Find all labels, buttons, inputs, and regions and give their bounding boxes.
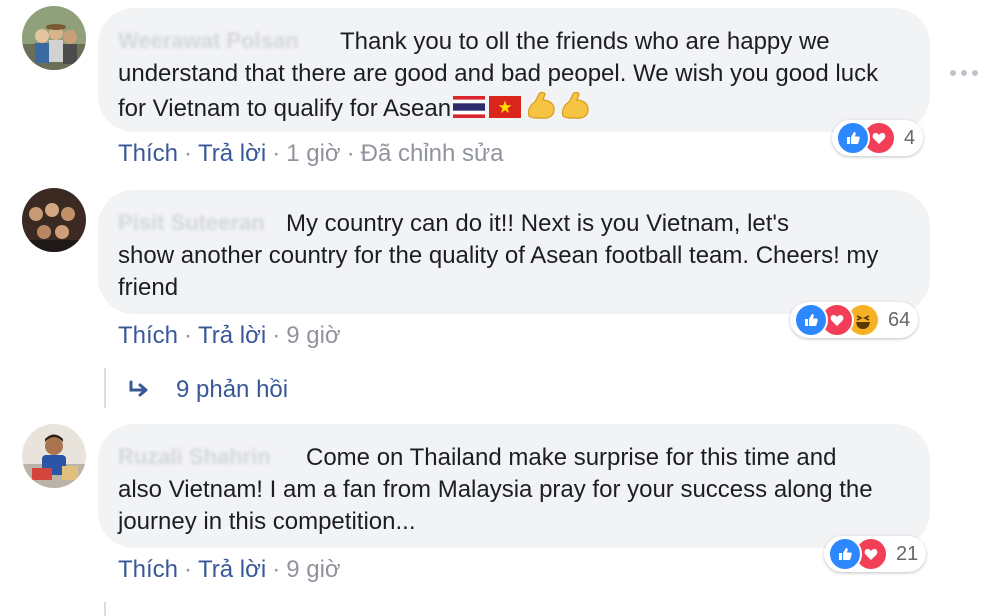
thread-line (104, 368, 106, 408)
more-options-icon[interactable] (950, 70, 978, 76)
like-link[interactable]: Thích (118, 140, 178, 167)
comment-text-lead: Come on Thailand make surprise for this … (306, 444, 837, 471)
reaction-summary[interactable]: 21 (824, 536, 927, 572)
reaction-summary[interactable]: 4 (832, 120, 924, 156)
comment-text: My country can do it!! Next is you Vietn… (118, 208, 902, 304)
comment-timestamp[interactable]: 9 giờ (286, 556, 340, 583)
separator-dot: · (184, 140, 193, 167)
like-icon (836, 121, 870, 155)
flexed-biceps-icon (559, 90, 591, 129)
flexed-biceps-icon (525, 90, 557, 129)
reaction-count: 21 (896, 542, 919, 565)
vietnam-flag-icon (489, 95, 522, 127)
thread-line (104, 602, 106, 616)
separator-dot: · (346, 140, 355, 167)
comment-bubble: Ruzali Shahrin Come on Thailand make sur… (98, 424, 930, 548)
comment-bubble: Weerawat Polsan Thank you to oll the fri… (98, 8, 930, 132)
separator-dot: · (272, 322, 281, 349)
comment-actions: Thích · Trả lời · 9 giờ (118, 556, 341, 584)
comment-timestamp[interactable]: 9 giờ (286, 322, 340, 349)
like-icon (794, 303, 828, 337)
thailand-flag-icon (453, 95, 486, 127)
reply-link[interactable]: Trả lời (198, 140, 266, 167)
avatar[interactable] (22, 424, 86, 488)
like-icon (828, 537, 862, 571)
comment-text: Thank you to oll the friends who are hap… (118, 26, 902, 129)
reaction-count: 4 (904, 126, 916, 149)
like-link[interactable]: Thích (118, 556, 178, 583)
comment-text-lead: My country can do it!! Next is you Vietn… (286, 210, 790, 237)
comment-timestamp[interactable]: 1 giờ (286, 140, 340, 167)
edited-label[interactable]: Đã chỉnh sửa (361, 140, 504, 167)
like-link[interactable]: Thích (118, 322, 178, 349)
comment-text: Come on Thailand make surprise for this … (118, 442, 902, 538)
view-replies-link[interactable]: 9 phản hồi (128, 376, 288, 404)
avatar[interactable] (22, 188, 86, 252)
reaction-count: 64 (888, 308, 911, 331)
separator-dot: · (272, 140, 281, 167)
separator-dot: · (184, 556, 193, 583)
avatar[interactable] (22, 6, 86, 70)
comment-text-rest: also Vietnam! I am a fan from Malaysia p… (118, 476, 873, 535)
reply-arrow-icon (129, 380, 148, 397)
comment-text-lead: Thank you to oll the friends who are hap… (340, 28, 830, 55)
separator-dot: · (184, 322, 193, 349)
reply-link[interactable]: Trả lời (198, 556, 266, 583)
comment-bubble: Pisit Suteeran My country can do it!! Ne… (98, 190, 930, 314)
comment-text-rest: show another country for the quality of … (118, 242, 879, 301)
comment-actions: Thích · Trả lời · 9 giờ (118, 322, 341, 350)
separator-dot: · (272, 556, 281, 583)
reaction-summary[interactable]: 64 (790, 302, 919, 338)
replies-count-label[interactable]: 9 phản hồi (176, 376, 288, 404)
comment-actions: Thích · Trả lời · 1 giờ · Đã chỉnh sửa (118, 140, 503, 168)
reply-link[interactable]: Trả lời (198, 322, 266, 349)
